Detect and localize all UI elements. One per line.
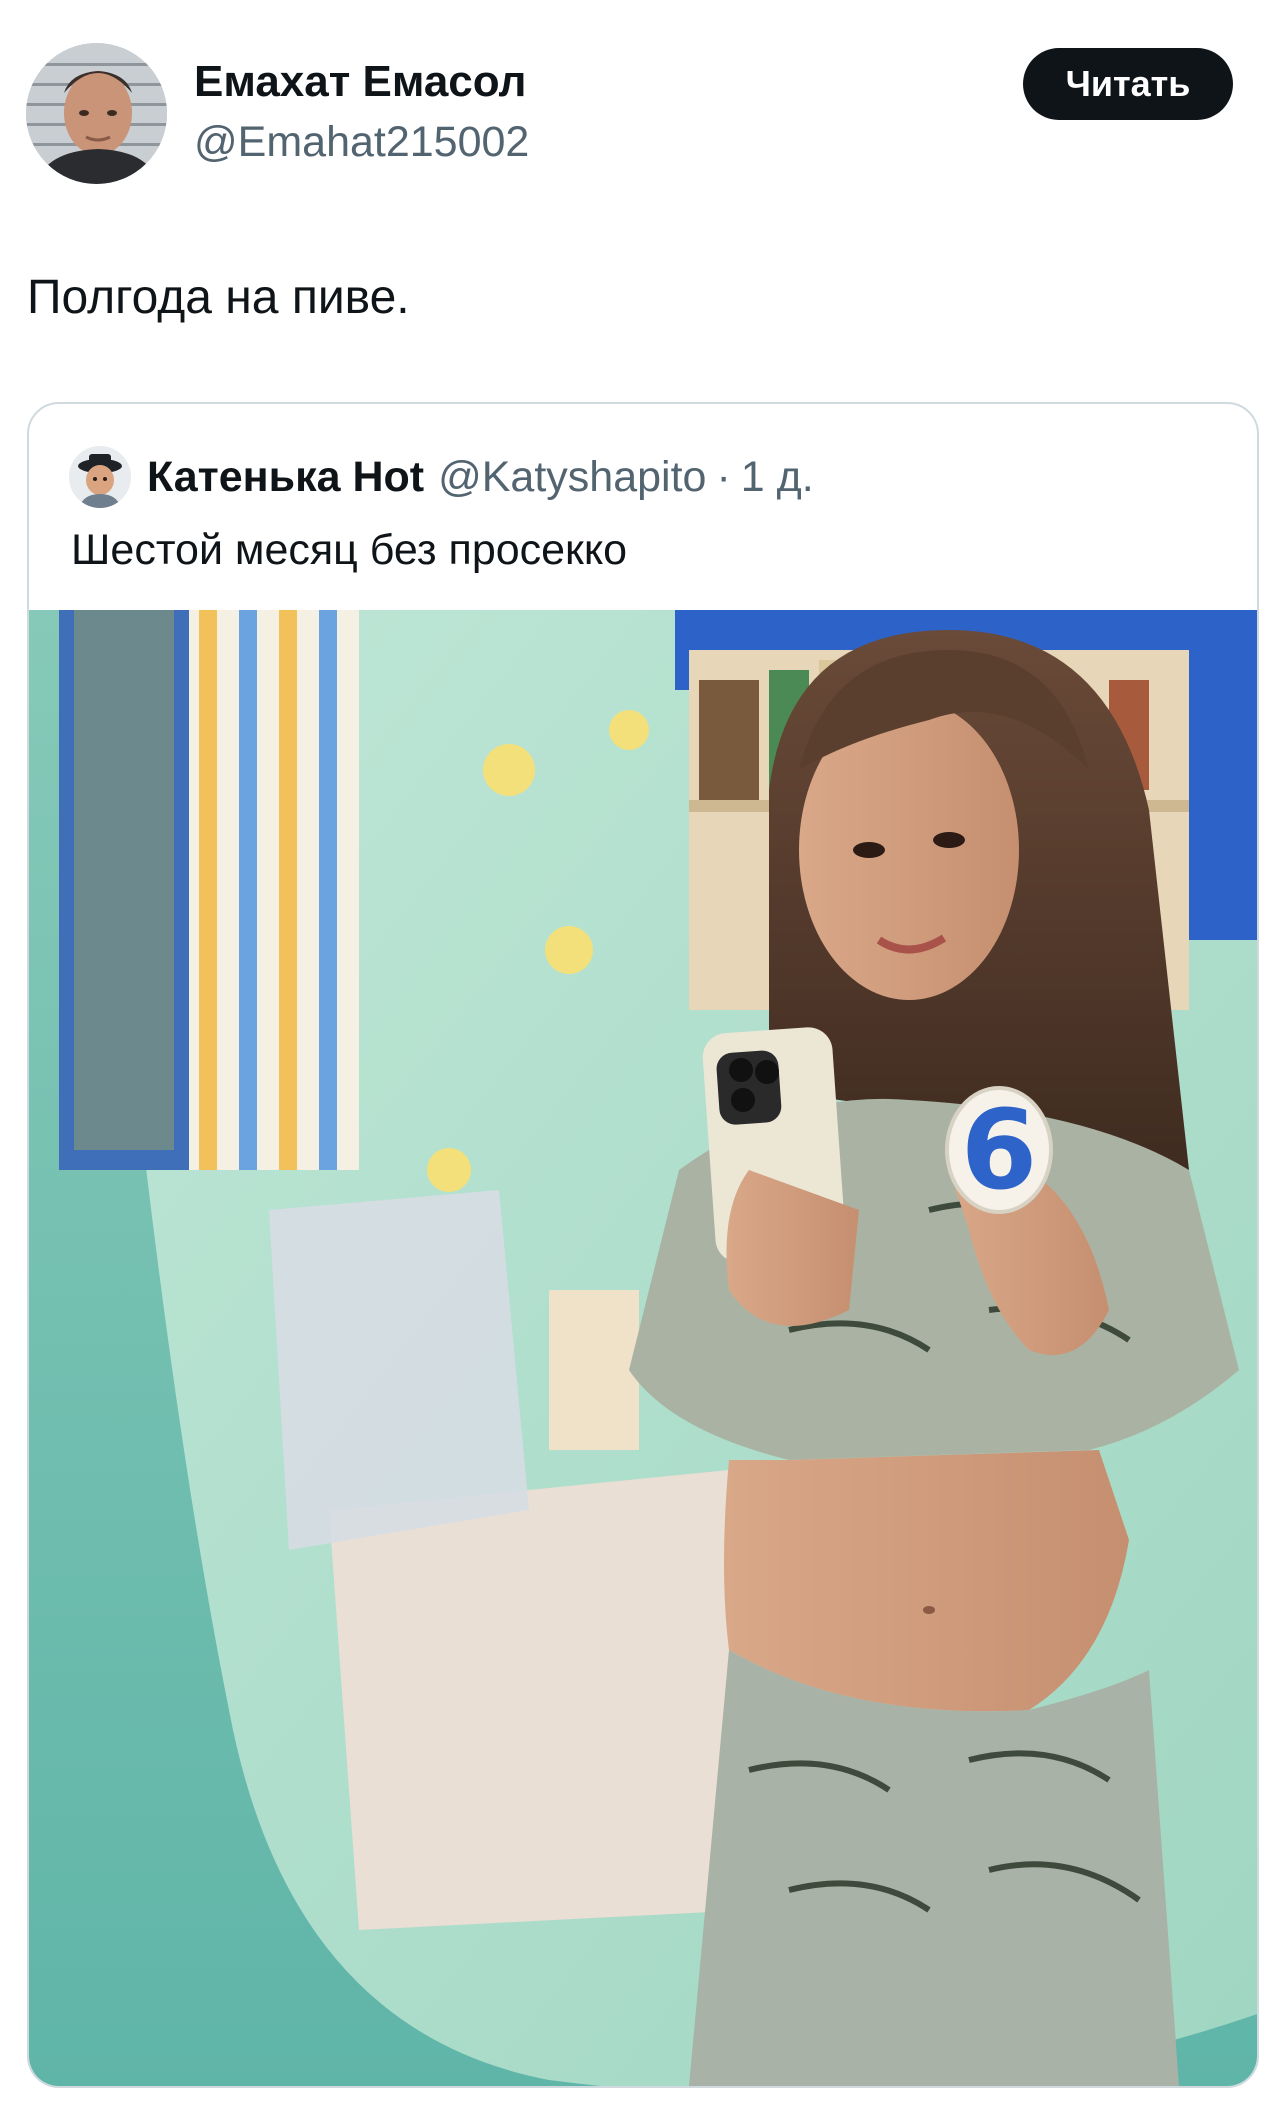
quote-timestamp[interactable]: 1 д. xyxy=(741,453,814,502)
author-avatar-photo xyxy=(26,43,167,184)
author-handle[interactable]: @Emahat215002 xyxy=(194,116,529,168)
tweet-header: Емахат Емасол @Emahat215002 Читать xyxy=(0,0,1284,190)
mirror-selfie-image: 6 xyxy=(29,610,1257,2086)
quote-text: Шестой месяц без просекко xyxy=(71,526,628,574)
quote-photo[interactable]: 6 xyxy=(29,610,1257,2086)
quoted-tweet-card[interactable]: Катенька Hot @Katyshapito · 1 д. Шестой … xyxy=(27,402,1259,2088)
quote-author-name[interactable]: Катенька Hot xyxy=(147,453,424,502)
quote-author-avatar[interactable] xyxy=(69,446,131,508)
follow-button[interactable]: Читать xyxy=(1023,48,1233,120)
candle-six: 6 xyxy=(945,1086,1053,1214)
author-name[interactable]: Емахат Емасол xyxy=(194,56,529,108)
author-info: Емахат Емасол @Emahat215002 xyxy=(194,56,529,168)
quote-avatar-photo xyxy=(69,446,131,508)
tweet-text: Полгода на пиве. xyxy=(27,271,410,324)
quote-separator: · xyxy=(716,452,731,501)
author-avatar[interactable] xyxy=(26,43,167,184)
quote-author-handle[interactable]: @Katyshapito xyxy=(438,453,706,502)
quoted-tweet-header: Катенька Hot @Katyshapito · 1 д. xyxy=(69,444,814,510)
candle-digit: 6 xyxy=(961,1086,1038,1214)
